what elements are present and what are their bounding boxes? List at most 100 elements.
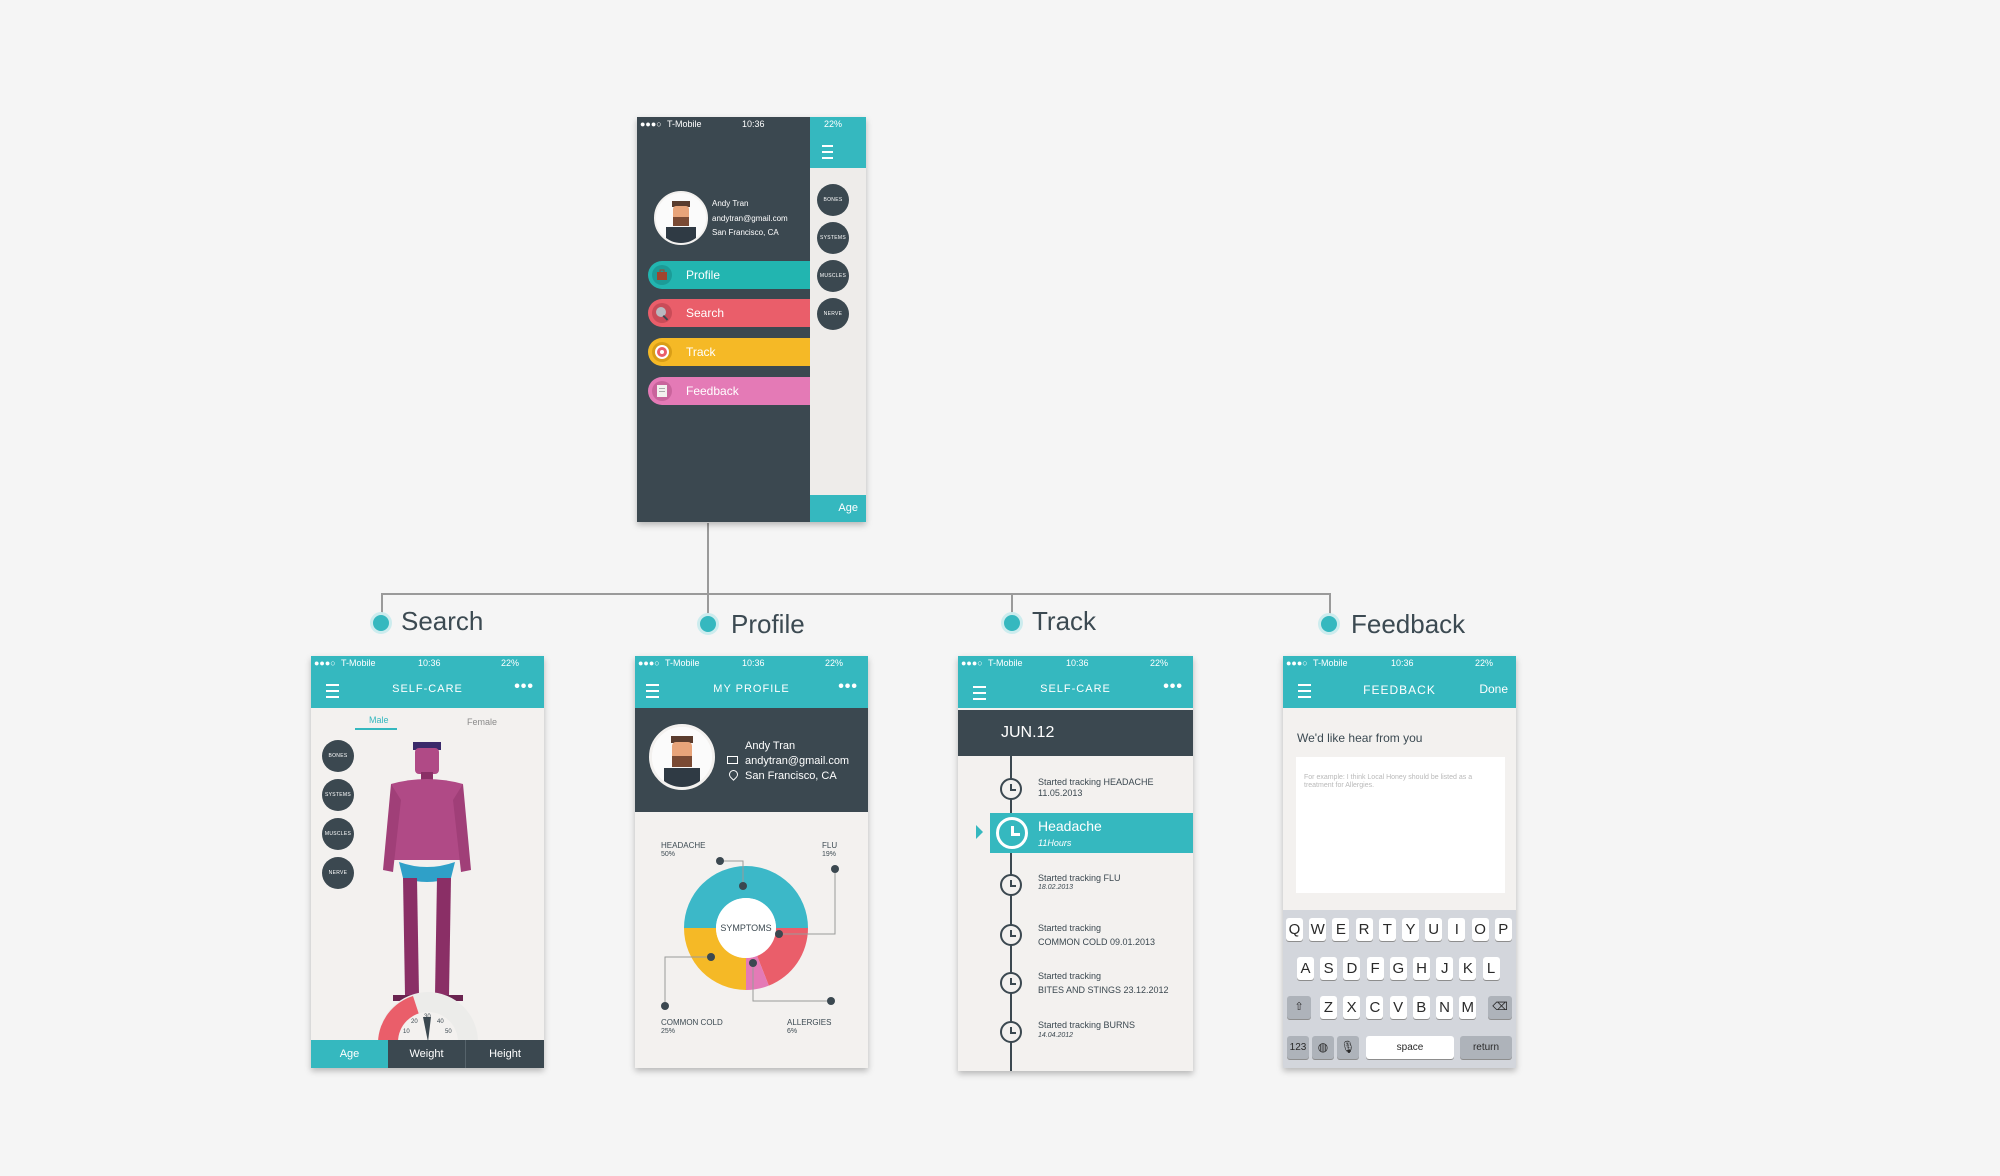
key-h[interactable]: H — [1413, 957, 1430, 980]
key-c[interactable]: C — [1366, 996, 1384, 1019]
timeline-item[interactable]: Started tracking COMMON COLD 09.01.2013 — [958, 920, 1193, 952]
key-s[interactable]: S — [1320, 957, 1338, 980]
key-t[interactable]: T — [1378, 918, 1396, 941]
tab-height[interactable]: Height — [466, 1040, 544, 1068]
menu-item-profile[interactable]: Profile — [648, 261, 810, 289]
side-rail-age-tab[interactable]: Age — [810, 495, 866, 522]
menu-item-label: Search — [686, 306, 725, 320]
key-x[interactable]: X — [1343, 996, 1361, 1019]
nav-title: MY PROFILE — [713, 683, 790, 695]
timeline-item-date: 11.05.2013 — [1038, 788, 1083, 798]
clock-time: 10:36 — [1391, 658, 1414, 668]
dial-tick-4: 40 — [437, 1019, 444, 1025]
user-email: andytran@gmail.com — [712, 214, 788, 223]
key-z[interactable]: Z — [1320, 996, 1337, 1019]
tab-age[interactable]: Age — [311, 1040, 388, 1068]
donut-center-label: SYMPTOMS — [720, 923, 771, 933]
active-clock-icon — [996, 817, 1028, 849]
key-i[interactable]: I — [1448, 918, 1466, 941]
key-o[interactable]: O — [1471, 918, 1489, 941]
key-l[interactable]: L — [1482, 957, 1500, 980]
carrier: T-Mobile — [667, 119, 702, 129]
key-p[interactable]: P — [1494, 918, 1512, 941]
key-v[interactable]: V — [1389, 996, 1407, 1019]
body-button-bones[interactable]: BONES — [322, 740, 354, 772]
legend-headache-percent: 50% — [661, 851, 676, 858]
body-button-nerve[interactable]: NERVE — [322, 857, 354, 889]
key-m[interactable]: M — [1459, 996, 1477, 1019]
carrier: T-Mobile — [1313, 658, 1348, 668]
user-email: andytran@gmail.com — [745, 755, 850, 767]
key-g[interactable]: G — [1389, 957, 1407, 980]
feedback-textarea[interactable]: For example: I think Local Honey should … — [1296, 757, 1505, 893]
menu-item-search[interactable]: Search — [648, 299, 810, 327]
key-n[interactable]: N — [1436, 996, 1453, 1019]
key-y[interactable]: Y — [1402, 918, 1419, 941]
gender-tab-male[interactable]: Male — [369, 715, 389, 725]
battery-text: 22% — [1150, 658, 1169, 668]
user-location: San Francisco, CA — [745, 770, 837, 782]
body-button-systems[interactable]: SYSTEMS — [322, 779, 354, 811]
timeline-item-title: Started tracking — [1038, 923, 1102, 933]
side-button-bones[interactable]: BONES — [817, 184, 849, 216]
key-q[interactable]: Q — [1286, 918, 1303, 941]
gender-tab-female[interactable]: Female — [467, 717, 497, 727]
tab-weight[interactable]: Weight — [388, 1040, 466, 1068]
side-button-muscles[interactable]: MUSCLES — [817, 260, 849, 292]
more-icon[interactable]: ••• — [1163, 678, 1183, 696]
key-w[interactable]: W — [1309, 918, 1327, 941]
date-header: JUN.12 — [958, 710, 1193, 756]
menu-item-feedback[interactable]: Feedback — [648, 377, 810, 405]
key-j[interactable]: J — [1436, 957, 1454, 980]
timeline-item-date: BITES AND STINGS 23.12.2012 — [1038, 985, 1169, 995]
avatar[interactable] — [649, 724, 715, 790]
track-screen: ●●●○ T-Mobile 10:36 22% SELF-CARE ••• JU… — [958, 656, 1193, 1071]
key-d[interactable]: D — [1343, 957, 1361, 980]
backspace-key[interactable]: ⌫ — [1488, 996, 1512, 1019]
key-a[interactable]: A — [1297, 957, 1314, 980]
key-k[interactable]: K — [1459, 957, 1477, 980]
timeline-item[interactable]: Started tracking FLU 18.02.2013 — [958, 870, 1193, 902]
age-dial[interactable] — [373, 982, 483, 1042]
timeline-item[interactable]: Started tracking HEADACHE 11.05.2013 — [958, 774, 1193, 806]
nav-bar: SELF-CARE ••• — [958, 670, 1193, 708]
numbers-key[interactable]: 123 — [1287, 1036, 1309, 1059]
more-icon[interactable]: ••• — [514, 678, 534, 696]
timeline-item-active[interactable]: Headache 11Hours — [990, 813, 1193, 853]
microphone-key[interactable]: 🎙 — [1337, 1036, 1359, 1059]
shift-key[interactable]: ⇧ — [1287, 996, 1311, 1019]
key-e[interactable]: E — [1332, 918, 1350, 941]
nav-bar: MY PROFILE ••• — [635, 670, 868, 708]
body-button-muscles[interactable]: MUSCLES — [322, 818, 354, 850]
bottom-tab-bar: Age Weight Height — [311, 1040, 544, 1068]
flow-node-search — [370, 612, 392, 634]
avatar[interactable] — [654, 191, 708, 245]
feedback-prompt: We'd like hear from you — [1297, 731, 1423, 745]
legend-headache-name: HEADACHE — [661, 841, 706, 850]
menu-item-track[interactable]: Track — [648, 338, 810, 366]
side-button-nerve[interactable]: NERVE — [817, 298, 849, 330]
key-f[interactable]: F — [1366, 957, 1384, 980]
space-key[interactable]: space — [1366, 1036, 1454, 1059]
profile-screen: ●●●○ T-Mobile 10:36 22% MY PROFILE ••• A… — [635, 656, 868, 1068]
leader-dot-headache — [716, 857, 724, 865]
done-button[interactable]: Done — [1479, 682, 1508, 696]
key-b[interactable]: B — [1412, 996, 1430, 1019]
signal-dots: ●●●○ — [961, 658, 983, 668]
timeline-item[interactable]: Started tracking BITES AND STINGS 23.12.… — [958, 968, 1193, 1000]
timeline-item[interactable]: Started tracking BURNS 14.04.2012 — [958, 1017, 1193, 1049]
segment-dot-allergies — [749, 959, 757, 967]
menu-item-label: Feedback — [686, 384, 739, 398]
active-item-title: Headache — [1038, 818, 1102, 834]
return-key[interactable]: return — [1460, 1036, 1512, 1059]
key-u[interactable]: U — [1425, 918, 1443, 941]
more-icon[interactable]: ••• — [838, 678, 858, 696]
key-r[interactable]: R — [1355, 918, 1373, 941]
menu-item-label: Profile — [686, 268, 721, 282]
timeline-item-title: Started tracking FLU — [1038, 873, 1121, 883]
side-button-systems[interactable]: SYSTEMS — [817, 222, 849, 254]
target-icon — [652, 342, 672, 362]
tree-connector-horizontal — [381, 593, 1331, 595]
menu-icon[interactable] — [822, 145, 833, 159]
globe-key[interactable]: ◍ — [1312, 1036, 1334, 1059]
